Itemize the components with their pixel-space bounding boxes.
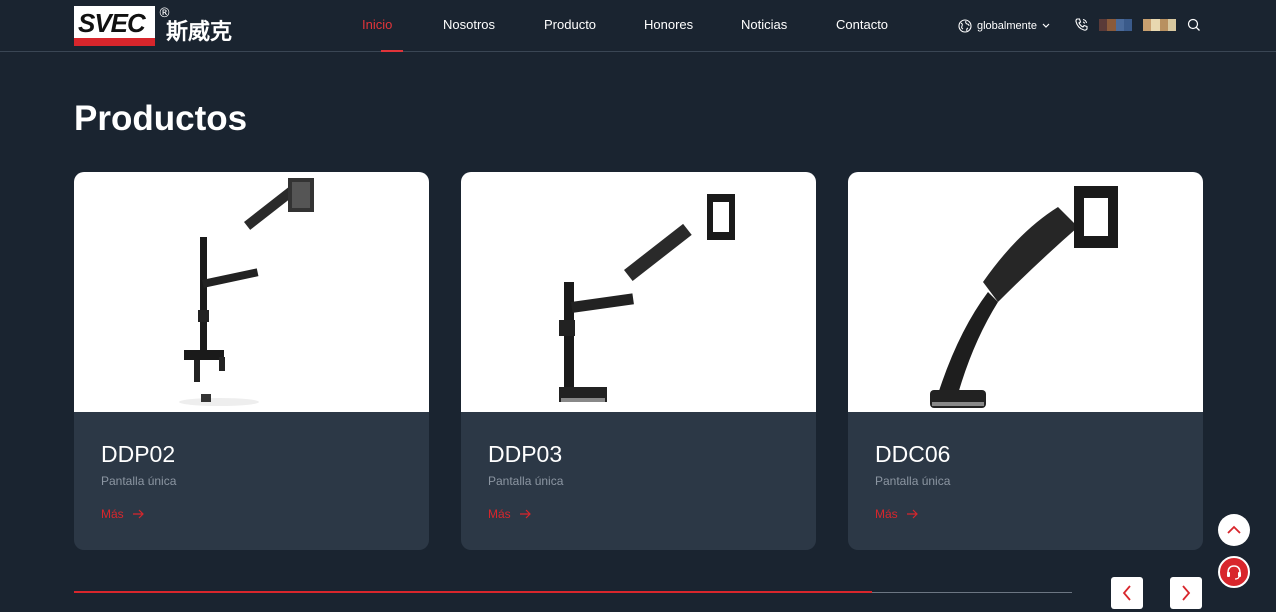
logo-text: SVEC — [78, 8, 146, 38]
page-title: Productos — [74, 99, 248, 138]
arrow-right-icon — [132, 509, 144, 519]
nav-item-inicio[interactable]: Inicio — [362, 0, 422, 52]
product-card[interactable]: DDP02 Pantalla única Más — [74, 172, 429, 550]
logo-chinese-name: 斯威克 — [166, 20, 233, 45]
phone-icon[interactable] — [1074, 17, 1089, 32]
chevron-down-icon — [1042, 23, 1050, 28]
product-image[interactable] — [74, 172, 429, 412]
more-label: Más — [488, 507, 511, 521]
nav-item-honores[interactable]: Honores — [644, 0, 722, 52]
language-label: globalmente — [977, 20, 1037, 32]
flag-icon[interactable] — [1143, 19, 1176, 31]
more-label: Más — [101, 507, 124, 521]
logo[interactable]: SVEC ® 斯威克 — [74, 6, 244, 46]
globe-icon — [958, 19, 972, 33]
product-subtitle: Pantalla única — [101, 474, 177, 488]
carousel-next-button[interactable] — [1170, 577, 1202, 609]
product-subtitle: Pantalla única — [875, 474, 951, 488]
product-name: DDP03 — [488, 441, 563, 467]
monitor-arm-image — [930, 186, 1118, 408]
product-subtitle: Pantalla única — [488, 474, 564, 488]
headset-icon — [1227, 565, 1241, 580]
product-name: DDP02 — [101, 441, 176, 467]
product-name: DDC06 — [875, 441, 951, 467]
arrow-right-icon — [519, 509, 531, 519]
product-card[interactable]: DDP03 Pantalla única Más — [461, 172, 816, 550]
nav-item-contacto[interactable]: Contacto — [836, 0, 916, 52]
more-label: Más — [875, 507, 898, 521]
product-card[interactable]: DDC06 Pantalla única Más — [848, 172, 1203, 550]
carousel-prev-button[interactable] — [1111, 577, 1143, 609]
product-image[interactable] — [848, 172, 1203, 412]
arrow-right-icon — [906, 509, 918, 519]
search-icon[interactable] — [1187, 18, 1201, 32]
chevron-left-icon — [1122, 585, 1131, 601]
logo-mark: SVEC — [74, 6, 155, 46]
nav-item-noticias[interactable]: Noticias — [741, 0, 817, 52]
main-nav: Inicio Nosotros Producto Honores Noticia… — [348, 0, 916, 52]
nav-item-producto[interactable]: Producto — [544, 0, 624, 52]
chevron-up-icon — [1227, 525, 1241, 534]
monitor-arm-image — [559, 194, 735, 402]
nav-item-nosotros[interactable]: Nosotros — [443, 0, 523, 52]
carousel-progress-fill — [74, 591, 873, 593]
flag-icon[interactable] — [1099, 19, 1132, 31]
more-link[interactable]: Más — [875, 507, 918, 521]
language-selector[interactable]: globalmente — [958, 17, 1055, 35]
more-link[interactable]: Más — [101, 507, 144, 521]
back-to-top-button[interactable] — [1218, 514, 1250, 546]
registered-mark: ® — [158, 6, 171, 21]
site-header: SVEC ® 斯威克 Inicio Nosotros Producto Hono… — [0, 0, 1276, 52]
product-image[interactable] — [461, 172, 816, 412]
chevron-right-icon — [1182, 585, 1191, 601]
logo-red-bar — [74, 38, 155, 46]
customer-service-button[interactable] — [1218, 556, 1250, 588]
more-link[interactable]: Más — [488, 507, 531, 521]
monitor-arm-image — [179, 178, 314, 406]
